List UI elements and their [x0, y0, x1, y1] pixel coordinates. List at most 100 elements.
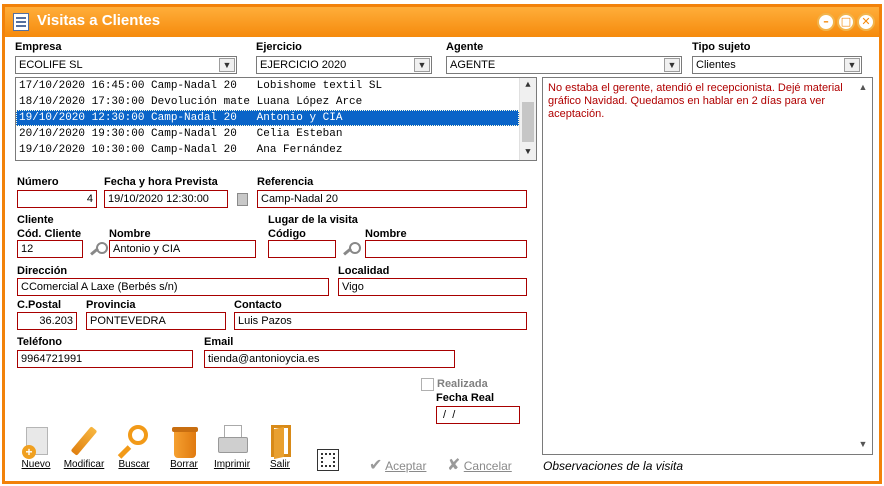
window-title: Visitas a Clientes	[37, 12, 161, 29]
fecha-prevista-label: Fecha y hora Prevista	[104, 176, 218, 188]
modificar-button[interactable]: Modificar	[61, 423, 107, 470]
list-item[interactable]: 20/10/2020 19:30:00 Camp-Nadal 20 Celia …	[16, 126, 519, 142]
contacto-field[interactable]: Luis Pazos	[234, 312, 527, 330]
app-icon	[13, 13, 29, 31]
realizada-label: Realizada	[437, 378, 488, 390]
fecha-real-field[interactable]: / /	[436, 406, 520, 424]
realizada-checkbox[interactable]	[421, 378, 434, 391]
list-item-selected[interactable]: 19/10/2020 12:30:00 Camp-Nadal 20 Antoni…	[16, 110, 519, 126]
lugar-codigo-field[interactable]	[268, 240, 336, 258]
main-window: Visitas a Clientes – □ ✕ Empresa ECOLIFE…	[2, 4, 882, 484]
email-label: Email	[204, 336, 234, 348]
numero-label: Número	[17, 176, 59, 188]
calendar-icon[interactable]	[237, 193, 248, 206]
chevron-down-icon[interactable]: ▼	[664, 58, 680, 72]
tipo-sujeto-label: Tipo sujeto	[692, 41, 751, 53]
visits-list[interactable]: 17/10/2020 16:45:00 Camp-Nadal 20 Lobish…	[15, 77, 537, 161]
imprimir-label: Imprimir	[213, 459, 251, 470]
lugar-nombre-label: Nombre	[365, 228, 407, 240]
direccion-field[interactable]: CComercial A Laxe (Berbés s/n)	[17, 278, 329, 296]
referencia-field[interactable]: Camp-Nadal 20	[257, 190, 527, 208]
cpostal-label: C.Postal	[17, 299, 62, 311]
modificar-label: Modificar	[63, 459, 105, 470]
pencil-icon	[66, 423, 102, 459]
telefono-field[interactable]: 9964721991	[17, 350, 193, 368]
chevron-down-icon[interactable]: ▼	[414, 58, 430, 72]
lugar-nombre-field[interactable]	[365, 240, 527, 258]
numero-field[interactable]: 4	[17, 190, 97, 208]
lugar-codigo-label: Código	[268, 228, 306, 240]
minimize-icon: –	[823, 15, 829, 28]
chevron-down-icon[interactable]: ▼	[844, 58, 860, 72]
title-bar[interactable]: Visitas a Clientes – □ ✕	[5, 7, 879, 37]
salir-label: Salir	[269, 459, 290, 470]
check-icon: ✔	[369, 457, 383, 474]
magnifier-icon	[116, 423, 152, 459]
chevron-down-icon[interactable]: ▼	[219, 58, 235, 72]
aceptar-label: Aceptar	[385, 459, 427, 473]
agente-value: AGENTE	[450, 59, 496, 71]
list-item[interactable]: 18/10/2020 17:30:00 Devolución mate Luan…	[16, 94, 519, 110]
buscar-label: Buscar	[118, 459, 150, 470]
empresa-label: Empresa	[15, 41, 62, 53]
ejercicio-value: EJERCICIO 2020	[260, 59, 347, 71]
aceptar-button[interactable]: ✔ Aceptar	[369, 455, 426, 475]
cod-cliente-field[interactable]: 12	[17, 240, 83, 258]
scroll-thumb[interactable]	[522, 102, 534, 142]
cpostal-field[interactable]: 36.203	[17, 312, 77, 330]
agente-label: Agente	[446, 41, 484, 53]
list-scrollbar[interactable]: ▲ ▼	[519, 78, 536, 160]
nombre-cliente-label: Nombre	[109, 228, 151, 240]
cancelar-button[interactable]: ✘ Cancelar	[447, 455, 512, 475]
trash-icon	[166, 423, 202, 459]
new-document-icon: +	[18, 423, 54, 459]
provincia-label: Provincia	[86, 299, 136, 311]
maximize-button[interactable]: □	[837, 13, 855, 31]
nuevo-button[interactable]: + Nuevo	[13, 423, 59, 470]
observaciones-textarea[interactable]: No estaba el gerente, atendió el recepci…	[542, 77, 873, 455]
ejercicio-select[interactable]: EJERCICIO 2020 ▼	[256, 56, 432, 74]
printer-icon	[214, 423, 250, 459]
agente-select[interactable]: AGENTE ▼	[446, 56, 682, 74]
empresa-select[interactable]: ECOLIFE SL ▼	[15, 56, 237, 74]
provincia-field[interactable]: PONTEVEDRA	[86, 312, 226, 330]
door-icon	[262, 423, 298, 460]
fecha-prevista-field[interactable]: 19/10/2020 12:30:00	[104, 190, 228, 208]
observaciones-text: No estaba el gerente, atendió el recepci…	[548, 82, 843, 120]
contacto-label: Contacto	[234, 299, 282, 311]
key-icon[interactable]	[89, 242, 108, 256]
list-item[interactable]: 19/10/2020 10:30:00 Camp-Nadal 20 Ana Fe…	[16, 142, 519, 158]
salir-button[interactable]: Salir	[257, 423, 303, 470]
scroll-down-icon[interactable]: ▼	[520, 145, 536, 160]
list-item[interactable]: 17/10/2020 16:45:00 Camp-Nadal 20 Lobish…	[16, 78, 519, 94]
tipo-sujeto-value: Clientes	[696, 59, 736, 71]
borrar-label: Borrar	[170, 459, 198, 470]
localidad-field[interactable]: Vigo	[338, 278, 527, 296]
scroll-down-icon[interactable]: ▼	[855, 437, 871, 452]
localidad-label: Localidad	[338, 265, 390, 277]
referencia-label: Referencia	[257, 176, 314, 188]
close-button[interactable]: ✕	[857, 13, 875, 31]
buscar-button[interactable]: Buscar	[111, 423, 157, 470]
telefono-label: Teléfono	[17, 336, 63, 348]
scroll-up-icon[interactable]: ▲	[520, 78, 536, 93]
close-icon: ✕	[861, 15, 871, 28]
ejercicio-label: Ejercicio	[256, 41, 302, 53]
scroll-up-icon[interactable]: ▲	[855, 80, 871, 95]
key-icon[interactable]	[342, 242, 361, 256]
fecha-real-label: Fecha Real	[436, 392, 495, 404]
nuevo-label: Nuevo	[21, 459, 51, 470]
minimize-button[interactable]: –	[817, 13, 835, 31]
borrar-button[interactable]: Borrar	[161, 423, 207, 470]
imprimir-button[interactable]: Imprimir	[209, 423, 255, 470]
observaciones-label: Observaciones de la visita	[543, 459, 684, 473]
nombre-cliente-field[interactable]: Antonio y CIA	[109, 240, 256, 258]
maximize-icon: □	[840, 15, 852, 28]
calculator-icon[interactable]	[317, 449, 339, 471]
cliente-section-label: Cliente	[17, 214, 54, 226]
email-field[interactable]: tienda@antonioycia.es	[204, 350, 455, 368]
direccion-label: Dirección	[17, 265, 68, 277]
tipo-sujeto-select[interactable]: Clientes ▼	[692, 56, 862, 74]
cod-cliente-label: Cód. Cliente	[17, 228, 82, 240]
notes-scrollbar[interactable]: ▲ ▼	[855, 78, 872, 454]
